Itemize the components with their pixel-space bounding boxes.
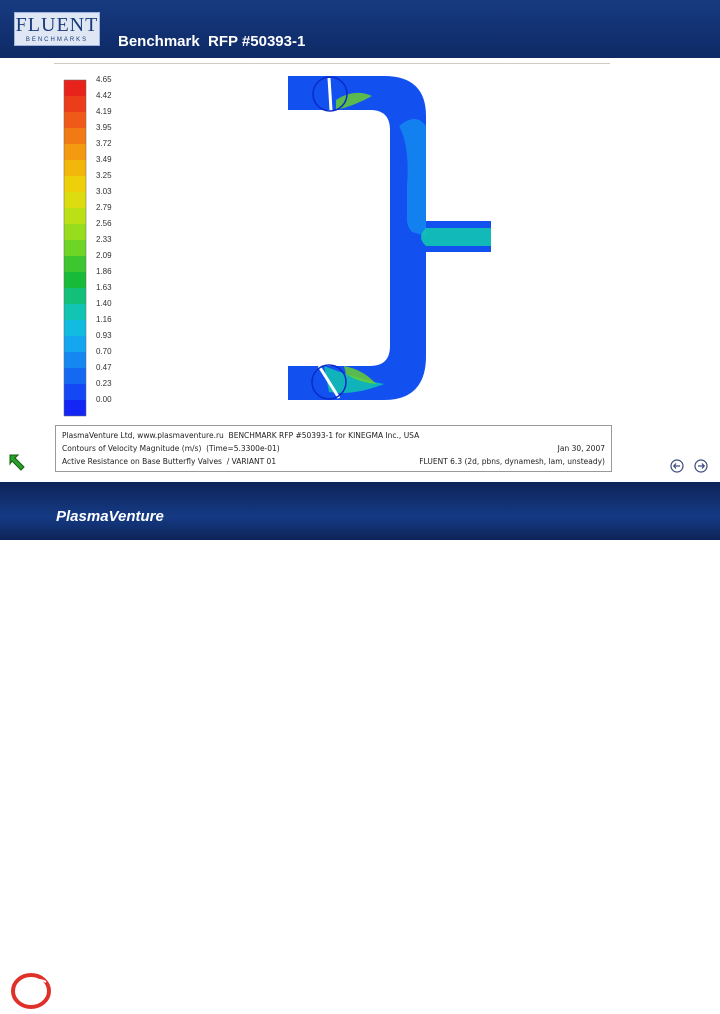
legend-value: 1.63 <box>96 283 112 292</box>
legend-value: 2.09 <box>96 251 112 260</box>
legend-swatch <box>64 240 86 256</box>
legend-value: 4.19 <box>96 107 112 116</box>
legend-value: 0.23 <box>96 379 112 388</box>
velocity-contour-plot <box>63 76 491 417</box>
legend-value: 3.25 <box>96 171 112 180</box>
legend-value: 4.42 <box>96 91 112 100</box>
legend-value: 1.16 <box>96 315 112 324</box>
legend-value: 0.93 <box>96 331 112 340</box>
divider <box>54 63 610 64</box>
legend-value: 2.79 <box>96 203 112 212</box>
caption-date: Jan 30, 2007 <box>557 444 605 453</box>
caption-line-3: Active Resistance on Base Butterfly Valv… <box>62 457 277 466</box>
legend-value: 0.47 <box>96 363 112 372</box>
legend-value: 3.49 <box>96 155 112 164</box>
slide-title: Benchmark RFP #50393-1 <box>118 33 306 50</box>
previous-slide-icon[interactable] <box>670 459 684 473</box>
legend-swatch <box>64 224 86 240</box>
plasmaventure-logo <box>11 973 51 1009</box>
legend-value: 4.65 <box>96 75 112 84</box>
legend-swatch <box>64 336 86 352</box>
logo-text: FLUENT <box>15 14 99 36</box>
plot-caption: PlasmaVenture Ltd, www.plasmaventure.ru … <box>55 425 612 472</box>
legend-value: 0.00 <box>96 395 112 404</box>
legend-swatch <box>64 96 86 112</box>
legend-swatch <box>64 352 86 368</box>
legend-value: 2.56 <box>96 219 112 228</box>
legend-value: 1.40 <box>96 299 112 308</box>
back-arrow-icon[interactable] <box>8 452 26 472</box>
legend-swatch <box>64 208 86 224</box>
legend-swatch <box>64 160 86 176</box>
legend-swatch <box>64 256 86 272</box>
legend-value: 2.33 <box>96 235 112 244</box>
pipe-geometry <box>288 76 491 400</box>
legend-swatch <box>64 368 86 384</box>
legend-swatch <box>64 272 86 288</box>
legend-swatch <box>64 144 86 160</box>
legend-swatch <box>64 192 86 208</box>
brand-name: PlasmaVenture <box>56 508 164 525</box>
legend-swatch <box>64 304 86 320</box>
next-slide-icon[interactable] <box>694 459 708 473</box>
legend-value: 0.70 <box>96 347 112 356</box>
legend-value: 3.03 <box>96 187 112 196</box>
footer-bar: PlasmaVenture <box>0 482 720 1009</box>
legend-value: 1.86 <box>96 267 112 276</box>
caption-line-2: Contours of Velocity Magnitude (m/s) (Ti… <box>62 444 280 453</box>
header-bar: FLUENT BENCHMARKS Benchmark RFP #50393-1 <box>0 0 720 58</box>
logo-subtext: BENCHMARKS <box>25 37 89 43</box>
upper-butterfly-valve <box>327 77 333 111</box>
caption-solver: FLUENT 6.3 (2d, pbns, dynamesh, lam, uns… <box>419 457 605 466</box>
legend-swatch <box>64 384 86 400</box>
legend-value: 3.95 <box>96 123 112 132</box>
fluent-logo: FLUENT BENCHMARKS <box>14 12 100 46</box>
legend-swatch <box>64 80 86 96</box>
legend-swatch <box>64 320 86 336</box>
colormap-legend <box>63 79 87 417</box>
legend-swatch <box>64 112 86 128</box>
outlet-jet <box>421 228 491 246</box>
legend-swatch <box>64 400 86 416</box>
legend-swatch <box>64 128 86 144</box>
caption-line-1: PlasmaVenture Ltd, www.plasmaventure.ru … <box>62 431 420 440</box>
legend-swatch <box>64 176 86 192</box>
legend-value: 3.72 <box>96 139 112 148</box>
legend-swatch <box>64 288 86 304</box>
